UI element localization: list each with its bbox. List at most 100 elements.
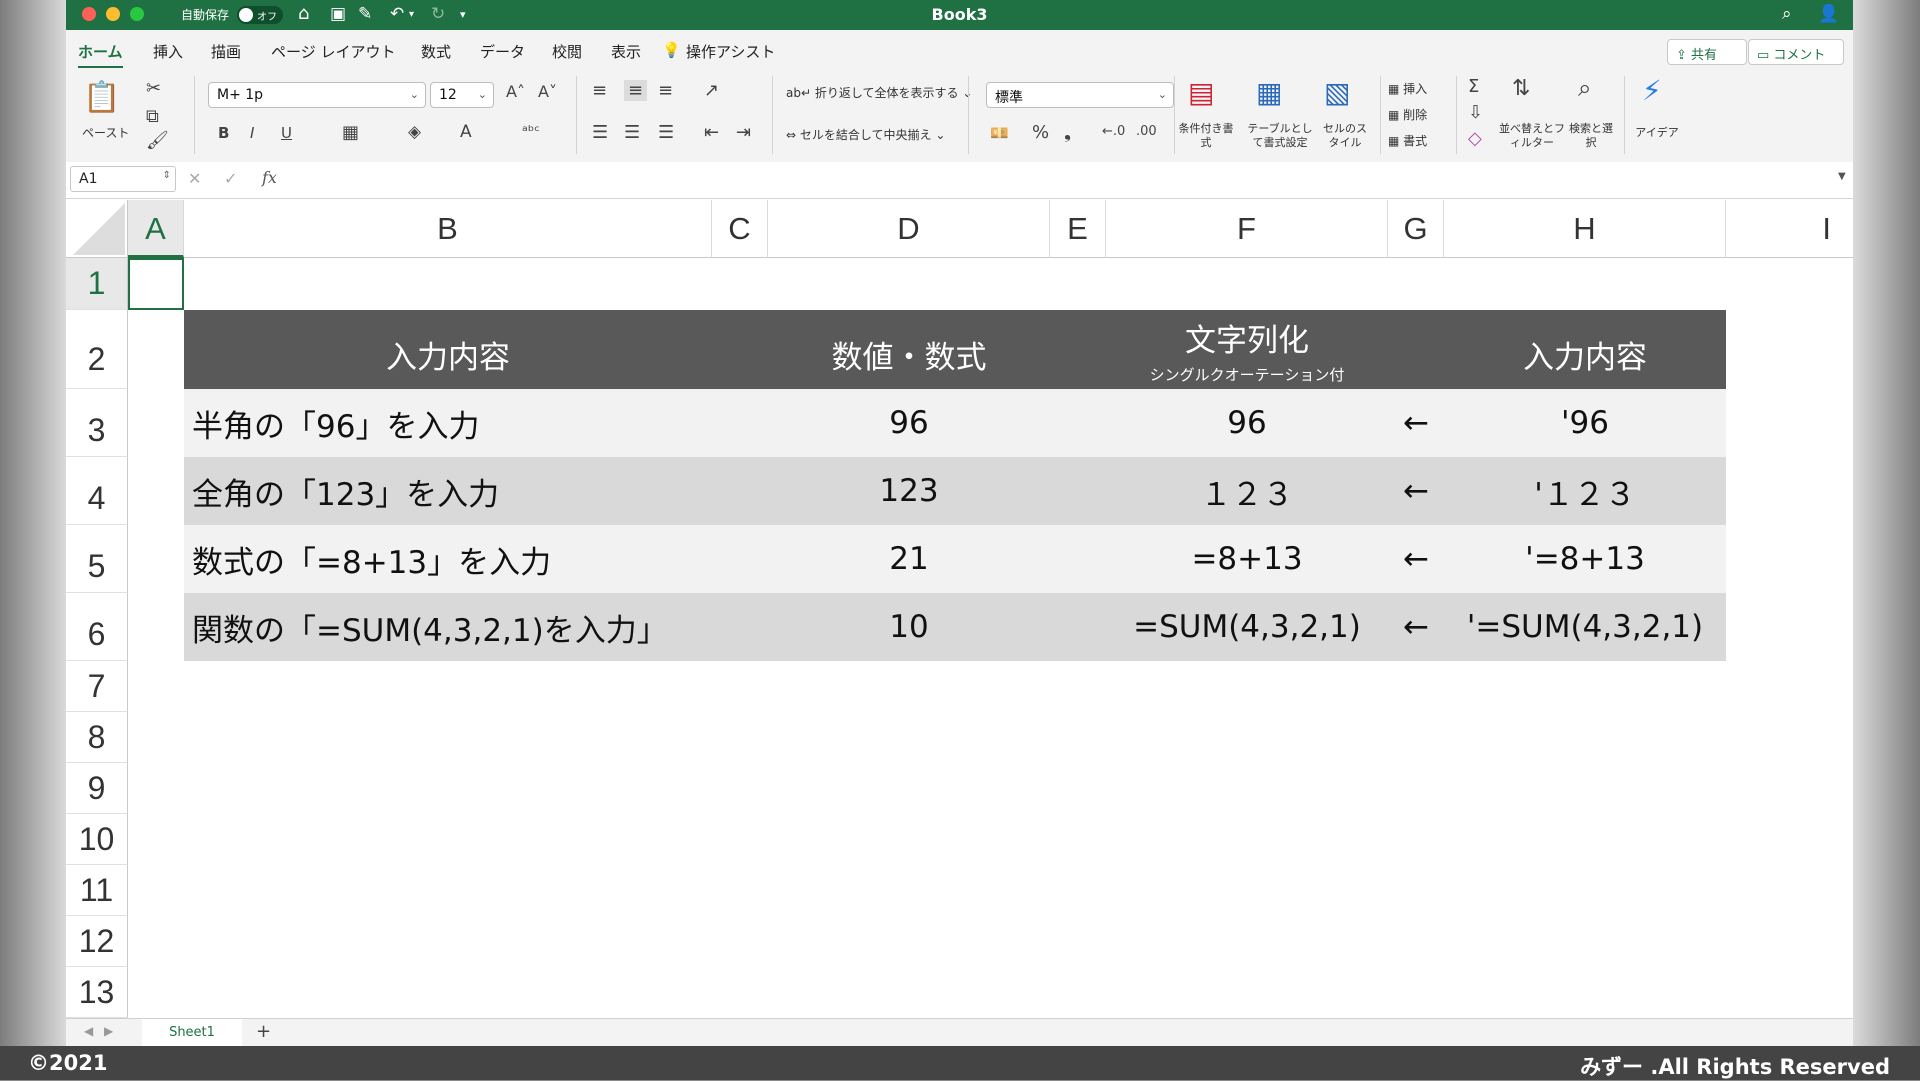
wrap-text-button[interactable]: ab↵ 折り返して全体を表示する ⌄	[786, 84, 972, 101]
cell-g5[interactable]: ←	[1388, 525, 1444, 593]
row-header-3[interactable]: 3	[66, 389, 128, 457]
share-button[interactable]: ⇪ 共有	[1667, 39, 1747, 65]
tab-page-layout[interactable]: ページ レイアウト	[271, 41, 395, 62]
enter-icon[interactable]: ✓	[224, 169, 237, 188]
insert-function-icon[interactable]: fx	[262, 168, 277, 187]
font-name-select[interactable]: M+ 1p ⌄	[208, 82, 426, 108]
autosum-icon[interactable]: Σ	[1468, 76, 1479, 97]
tab-tell-me[interactable]: 操作アシスト	[686, 41, 775, 62]
copy-icon[interactable]: ⧉	[146, 106, 159, 127]
cell-f6[interactable]: =SUM(4,3,2,1)	[1106, 593, 1388, 661]
insert-cells-button[interactable]: ▦ 挿入	[1388, 80, 1427, 97]
column-header-a[interactable]: A	[128, 200, 184, 258]
formula-input[interactable]	[294, 166, 1834, 192]
cell-g4[interactable]: ←	[1388, 457, 1444, 525]
find-select-label[interactable]: 検索と選択	[1566, 122, 1616, 150]
tab-review[interactable]: 校閲	[552, 41, 582, 62]
italic-icon[interactable]: I	[250, 124, 254, 142]
align-middle-icon[interactable]: ≡	[624, 80, 648, 101]
cell-a1-selected[interactable]	[128, 258, 184, 310]
column-header-f[interactable]: F	[1106, 200, 1388, 258]
find-icon[interactable]: ⌕	[1578, 74, 1591, 102]
cell-b5[interactable]: 数式の「=8+13」を入力	[184, 525, 712, 593]
name-box[interactable]: A1 ⇕	[70, 166, 176, 192]
tab-formulas[interactable]: 数式	[421, 41, 451, 62]
row-header-1[interactable]: 1	[66, 258, 128, 310]
decrease-font-icon[interactable]: A˅	[538, 82, 557, 101]
underline-icon[interactable]: U	[281, 124, 292, 142]
comma-icon[interactable]: ❟	[1064, 122, 1071, 143]
phonetic-icon[interactable]: ᵃᵇᶜ	[522, 122, 540, 140]
cancel-icon[interactable]: ✕	[188, 169, 201, 188]
cell-f3[interactable]: 96	[1106, 389, 1388, 457]
cell-d3[interactable]: 96	[768, 389, 1050, 457]
tab-draw[interactable]: 描画	[211, 41, 241, 62]
cut-icon[interactable]: ✂	[146, 78, 161, 99]
sort-filter-icon[interactable]: ⇅	[1512, 76, 1530, 101]
align-top-icon[interactable]: ≡	[592, 80, 607, 101]
conditional-format-icon[interactable]: ▤	[1188, 76, 1214, 109]
cell-h5[interactable]: '=8+13	[1444, 525, 1726, 593]
fill-icon[interactable]: ⇩	[1468, 102, 1483, 123]
cell-h3[interactable]: '96	[1444, 389, 1726, 457]
percent-icon[interactable]: %	[1032, 122, 1049, 143]
next-sheet-icon[interactable]: ▶	[104, 1024, 113, 1038]
cell-g3[interactable]: ←	[1388, 389, 1444, 457]
currency-icon[interactable]: 💴	[990, 124, 1009, 142]
cell-d6[interactable]: 10	[768, 593, 1050, 661]
borders-icon[interactable]: ▦	[342, 122, 359, 143]
search-icon[interactable]: ⌕	[1782, 4, 1792, 24]
ideas-icon[interactable]: ⚡	[1642, 74, 1662, 107]
cell-h6[interactable]: '=SUM(4,3,2,1)	[1444, 593, 1726, 661]
column-header-i[interactable]: I	[1726, 200, 1853, 258]
increase-decimal-icon[interactable]: ←.0	[1102, 124, 1125, 139]
cell-h4[interactable]: '１２３	[1444, 457, 1726, 525]
column-header-g[interactable]: G	[1388, 200, 1444, 258]
font-color-icon[interactable]: A	[460, 122, 472, 142]
cell-f5[interactable]: =8+13	[1106, 525, 1388, 593]
align-center-icon[interactable]: ☰	[624, 122, 640, 143]
decrease-decimal-icon[interactable]: .00	[1136, 124, 1157, 139]
cell-style-icon[interactable]: ▧	[1324, 76, 1350, 109]
cell-d4[interactable]: 123	[768, 457, 1050, 525]
row-header-4[interactable]: 4	[66, 457, 128, 525]
cell-b3[interactable]: 半角の「96」を入力	[184, 389, 712, 457]
sort-filter-label[interactable]: 並べ替えとフィルター	[1496, 122, 1568, 150]
format-cells-button[interactable]: ▦ 書式	[1388, 132, 1427, 149]
comment-button[interactable]: ▭ コメント	[1748, 39, 1844, 65]
column-header-d[interactable]: D	[768, 200, 1050, 258]
row-header-9[interactable]: 9	[66, 763, 128, 814]
row-header-12[interactable]: 12	[66, 916, 128, 967]
cell-b4[interactable]: 全角の「123」を入力	[184, 457, 712, 525]
column-header-c[interactable]: C	[712, 200, 768, 258]
row-header-10[interactable]: 10	[66, 814, 128, 865]
row-header-8[interactable]: 8	[66, 712, 128, 763]
row-header-5[interactable]: 5	[66, 525, 128, 593]
orientation-icon[interactable]: ↗	[704, 80, 719, 101]
row-header-7[interactable]: 7	[66, 661, 128, 712]
font-size-select[interactable]: 12 ⌄	[430, 82, 494, 108]
tab-data[interactable]: データ	[480, 41, 525, 62]
row-header-11[interactable]: 11	[66, 865, 128, 916]
tab-view[interactable]: 表示	[611, 41, 641, 62]
decrease-indent-icon[interactable]: ⇤	[704, 122, 719, 143]
number-format-select[interactable]: 標準 ⌄	[986, 82, 1174, 108]
cell-d5[interactable]: 21	[768, 525, 1050, 593]
increase-indent-icon[interactable]: ⇥	[736, 122, 751, 143]
row-header-6[interactable]: 6	[66, 593, 128, 661]
table-format-icon[interactable]: ▦	[1256, 76, 1282, 109]
row-header-13[interactable]: 13	[66, 967, 128, 1018]
clear-icon[interactable]: ◇	[1468, 128, 1482, 149]
ideas-label[interactable]: アイデア	[1632, 124, 1682, 140]
row-header-2[interactable]: 2	[66, 310, 128, 389]
column-header-b[interactable]: B	[184, 200, 712, 258]
select-all-corner[interactable]	[66, 200, 128, 258]
column-header-e[interactable]: E	[1050, 200, 1106, 258]
table-format-label[interactable]: テーブルとして書式設定	[1244, 122, 1316, 150]
cell-f4[interactable]: １２３	[1106, 457, 1388, 525]
tab-home[interactable]: ホーム	[78, 41, 123, 69]
expand-formula-icon[interactable]: ▼	[1838, 171, 1846, 182]
merge-center-button[interactable]: ⇔ セルを結合して中央揃え ⌄	[786, 126, 945, 143]
conditional-format-label[interactable]: 条件付き書式	[1178, 122, 1234, 150]
cell-style-label[interactable]: セルのスタイル	[1320, 122, 1370, 150]
